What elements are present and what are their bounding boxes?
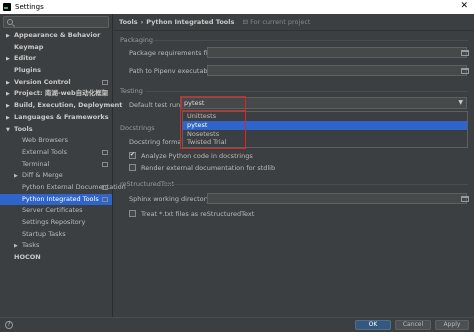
sidebar-item-label: Build, Execution, Deployment xyxy=(14,101,123,110)
sidebar-item[interactable]: Startup Tasks xyxy=(0,229,112,241)
docstring-format-label: Docstring format: xyxy=(129,138,187,146)
sidebar-item[interactable]: Python External Documentation xyxy=(0,182,126,194)
analyze-docstrings-checkbox[interactable] xyxy=(129,151,136,159)
restructuredtext-divider xyxy=(164,184,468,185)
sphinx-folder-icon[interactable] xyxy=(461,196,469,202)
sidebar-item-label: Tools xyxy=(14,124,33,133)
project-scope-icon xyxy=(102,91,108,97)
cancel-button[interactable]: Cancel xyxy=(395,320,431,330)
pipenv-folder-icon[interactable] xyxy=(461,68,469,74)
sidebar-item-label: Keymap xyxy=(14,42,44,51)
sidebar-item-label: Python External Documentation xyxy=(22,182,126,191)
sidebar-item[interactable]: ▶ Version Control xyxy=(0,77,112,89)
breadcrumb: Tools › Python Integrated Tools ⊟ For curr… xyxy=(114,14,474,31)
sidebar-item-label: Settings Repository xyxy=(22,218,86,226)
highlight-box-options xyxy=(180,110,246,149)
settings-tree: ▶ Appearance & Behavior Keymap ▶ Editor Plugi… xyxy=(0,30,126,264)
sidebar-item-label: Diff & Merge xyxy=(22,171,63,180)
sidebar-item[interactable]: Keymap xyxy=(0,42,112,54)
project-scope-icon xyxy=(102,196,108,202)
sidebar-item[interactable]: Web Browsers xyxy=(0,135,112,147)
treat-txt-checkbox[interactable] xyxy=(129,210,136,217)
sidebar-item[interactable]: Plugins xyxy=(0,65,112,77)
sidebar-item[interactable]: External Tools xyxy=(0,147,112,159)
chevron-down-icon: ▼ xyxy=(458,99,463,106)
sidebar-item-label: External Tools xyxy=(22,147,68,156)
sidebar-item-label: Web Browsers xyxy=(22,136,68,145)
sidebar-item-label: Version Control xyxy=(14,77,71,86)
title-bar: Settings ✕ xyxy=(0,0,474,14)
project-scope-icon xyxy=(102,161,108,167)
sphinx-dir-field[interactable] xyxy=(207,193,467,204)
sidebar-item-label: Editor xyxy=(14,54,37,63)
project-scope-icon xyxy=(102,184,108,190)
sidebar-item[interactable]: HOCON xyxy=(0,252,112,264)
project-scope-text: For current project xyxy=(250,18,311,26)
apply-button[interactable]: Apply xyxy=(435,320,469,330)
testing-section-title: Testing xyxy=(120,87,143,95)
sidebar-item[interactable]: Server Certificates xyxy=(0,205,112,217)
settings-content: Tools › Python Integrated Tools ⊟ For curr… xyxy=(114,14,474,317)
sidebar-item[interactable]: ▶ Build, Execution, Deployment xyxy=(0,100,122,112)
search-icon xyxy=(7,19,13,25)
sidebar-item[interactable]: ▶ Tasks xyxy=(0,240,112,252)
sidebar-item[interactable]: ▶ Appearance & Behavior xyxy=(0,30,112,42)
highlight-box-combo xyxy=(180,96,246,111)
sidebar-item-label: Project: 南湖-web自动化框架 xyxy=(14,89,109,98)
testing-divider xyxy=(146,91,468,92)
sidebar-item[interactable]: Settings Repository xyxy=(0,217,112,229)
analyze-docstrings-label: Analyze Python code in docstrings xyxy=(141,152,253,160)
help-icon[interactable]: ? xyxy=(5,321,13,329)
docstrings-section-title: Docstrings xyxy=(120,124,155,132)
breadcrumb-current: Python Integrated Tools xyxy=(146,18,235,26)
close-window-icon[interactable]: ✕ xyxy=(460,1,468,11)
pipenv-label: Path to Pipenv executable: xyxy=(129,67,216,75)
settings-sidebar: ▶ Appearance & Behavior Keymap ▶ Editor Plugi… xyxy=(0,14,126,317)
breadcrumb-separator: › xyxy=(140,18,144,26)
sidebar-item[interactable]: Terminal xyxy=(0,159,112,171)
sidebar-item-label: Tasks xyxy=(22,241,40,250)
sidebar-item-label: HOCON xyxy=(14,253,41,262)
sidebar-item-label: Languages & Frameworks xyxy=(14,112,109,121)
sidebar-item[interactable]: ▶ Project: 南湖-web自动化框架 xyxy=(0,88,112,100)
project-scope-icon xyxy=(102,79,108,85)
pycharm-logo-icon xyxy=(3,3,11,11)
breadcrumb-root[interactable]: Tools xyxy=(119,18,138,26)
pipenv-path-field[interactable] xyxy=(207,65,467,76)
sidebar-item[interactable]: ▶ Diff & Merge xyxy=(0,170,112,182)
sidebar-item-label: Appearance & Behavior xyxy=(14,31,101,39)
project-scope-label: ⊟ For current project xyxy=(242,18,311,26)
requirements-file-field[interactable] xyxy=(207,47,467,58)
treat-txt-label: Treat *.txt files as reStructuredText xyxy=(141,210,255,218)
requirements-folder-icon[interactable] xyxy=(461,50,469,56)
sidebar-item-label: Plugins xyxy=(14,66,41,75)
window-title: Settings xyxy=(15,3,44,11)
render-docs-checkbox[interactable] xyxy=(129,164,136,171)
sidebar-item[interactable]: Python Integrated Tools xyxy=(0,193,112,206)
sidebar-item-label: Server Certificates xyxy=(22,206,83,215)
ok-button[interactable]: OK xyxy=(355,320,391,330)
project-scope-icon xyxy=(102,149,108,155)
sphinx-label: Sphinx working directory: xyxy=(129,195,212,203)
sidebar-item[interactable]: ▼ Tools xyxy=(0,124,112,136)
dialog-footer: ? OK Cancel Apply xyxy=(0,317,474,332)
sidebar-item[interactable]: ▶ Editor xyxy=(0,53,112,65)
render-docs-label: Render external documentation for stdlib xyxy=(141,164,276,172)
packaging-section-title: Packaging xyxy=(120,36,153,44)
requirements-label: Package requirements file: xyxy=(129,49,216,57)
packaging-divider xyxy=(152,40,468,41)
sidebar-item[interactable]: ▶ Languages & Frameworks xyxy=(0,112,112,124)
sidebar-item-label: Startup Tasks xyxy=(22,229,66,238)
settings-search-input[interactable] xyxy=(3,16,109,28)
sidebar-item-label: Python Integrated Tools xyxy=(22,194,99,203)
sidebar-item-label: Terminal xyxy=(22,159,50,168)
